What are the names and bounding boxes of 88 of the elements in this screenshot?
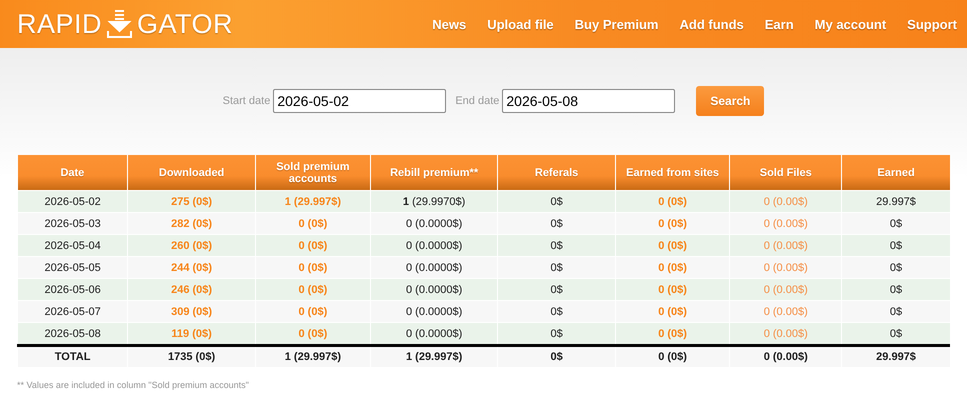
table-cell: 0$ <box>498 234 616 256</box>
table-cell[interactable]: 0 (0$) <box>615 300 730 322</box>
table-cell: 0$ <box>842 212 950 234</box>
table-cell[interactable]: 0 (0.00$) <box>730 212 842 234</box>
nav-link[interactable]: Support <box>907 16 957 32</box>
column-header: Earned <box>842 155 950 190</box>
table-cell[interactable]: 0 (0$) <box>255 278 370 300</box>
total-cell: 29.997$ <box>842 346 950 367</box>
table-cell[interactable]: 0 (0$) <box>615 256 730 278</box>
table-cell: 2026-05-06 <box>18 278 128 300</box>
column-header: Date <box>18 155 128 190</box>
total-cell: TOTAL <box>18 346 128 367</box>
logo-text: RAPID <box>17 8 102 40</box>
table-cell: 0 (0.0000$) <box>370 234 498 256</box>
table-cell: 0 (0.0000$) <box>370 278 498 300</box>
table-cell: 0 (0.0000$) <box>370 256 498 278</box>
total-cell: 0$ <box>498 346 616 367</box>
table-cell[interactable]: 0 (0.00$) <box>730 300 842 322</box>
table-cell[interactable]: 0 (0$) <box>255 234 370 256</box>
logo-text: GATOR <box>137 8 234 40</box>
table-cell: 2026-05-02 <box>18 190 128 212</box>
table-cell: 29.997$ <box>842 190 950 212</box>
nav-link[interactable]: Earn <box>764 16 794 32</box>
start-date-label: Start date <box>222 95 270 107</box>
table-cell: 0 (0.0000$) <box>370 212 498 234</box>
table-cell[interactable]: 0 (0$) <box>615 322 730 346</box>
table-cell[interactable]: 0 (0.00$) <box>730 256 842 278</box>
total-cell: 1 (29.997$) <box>255 346 370 367</box>
total-cell: 0 (0$) <box>615 346 730 367</box>
table-cell: 0$ <box>842 256 950 278</box>
column-header: Sold Files <box>730 155 842 190</box>
end-date-field[interactable]: 2026-05-08 <box>502 89 676 113</box>
table-cell[interactable]: 0 (0.00$) <box>730 322 842 346</box>
total-cell: 1 (29.997$) <box>370 346 498 367</box>
total-cell: 1735 (0$) <box>128 346 256 367</box>
table-cell: 2026-05-03 <box>18 212 128 234</box>
table-cell: 0 (0.0000$) <box>370 300 498 322</box>
table-cell[interactable]: 0 (0.00$) <box>730 190 842 212</box>
table-cell: 1 (29.9970$) <box>370 190 498 212</box>
table-cell: 2026-05-08 <box>18 322 128 346</box>
column-header: Downloaded <box>128 155 256 190</box>
table-cell[interactable]: 0 (0$) <box>615 278 730 300</box>
nav-link[interactable]: Add funds <box>679 16 744 32</box>
table-cell: 0 (0.0000$) <box>370 322 498 346</box>
table-cell[interactable]: 0 (0$) <box>255 300 370 322</box>
table-cell: 0$ <box>498 256 616 278</box>
table-cell: 0$ <box>498 190 616 212</box>
column-header: Rebill premium** <box>370 155 498 190</box>
table-cell[interactable]: 119 (0$) <box>128 322 256 346</box>
table-cell: 0$ <box>842 322 950 346</box>
nav-link[interactable]: Buy Premium <box>574 16 658 32</box>
table-cell[interactable]: 246 (0$) <box>128 278 256 300</box>
table-cell: 2026-05-07 <box>18 300 128 322</box>
download-icon <box>106 9 134 39</box>
nav-link[interactable]: My account <box>814 16 886 32</box>
table-cell[interactable]: 244 (0$) <box>128 256 256 278</box>
table-cell: 0$ <box>498 322 616 346</box>
end-date-label: End date <box>455 95 500 107</box>
table-cell[interactable]: 0 (0$) <box>255 322 370 346</box>
search-button[interactable]: Search <box>696 86 764 116</box>
table-cell[interactable]: 282 (0$) <box>128 212 256 234</box>
column-header: Sold premium accounts <box>255 155 370 190</box>
table-cell[interactable]: 0 (0.00$) <box>730 278 842 300</box>
table-cell[interactable]: 275 (0$) <box>128 190 256 212</box>
table-cell: 2026-05-05 <box>18 256 128 278</box>
table-cell: 0$ <box>842 300 950 322</box>
start-date-field[interactable]: 2026-05-02 <box>273 89 446 113</box>
table-cell[interactable]: 1 (29.997$) <box>255 190 370 212</box>
footnote: ** Values are included in column "Sold premium accounts" <box>17 380 250 390</box>
table-cell: 0$ <box>842 278 950 300</box>
table-cell[interactable]: 0 (0$) <box>255 212 370 234</box>
nav-link[interactable]: Upload file <box>487 16 554 32</box>
table-cell: 0$ <box>498 278 616 300</box>
table-cell[interactable]: 260 (0$) <box>128 234 256 256</box>
column-header: Referals <box>498 155 616 190</box>
table-cell[interactable]: 0 (0$) <box>615 190 730 212</box>
column-header: Earned from sites <box>615 155 730 190</box>
table-cell: 0$ <box>498 300 616 322</box>
table-cell: 2026-05-04 <box>18 234 128 256</box>
nav-link[interactable]: News <box>432 16 466 32</box>
table-cell[interactable]: 0 (0.00$) <box>730 234 842 256</box>
table-cell: 0$ <box>498 212 616 234</box>
table-cell[interactable]: 309 (0$) <box>128 300 256 322</box>
table-cell[interactable]: 0 (0$) <box>615 234 730 256</box>
table-cell: 0$ <box>842 234 950 256</box>
table-cell[interactable]: 0 (0$) <box>615 212 730 234</box>
total-cell: 0 (0.00$) <box>730 346 842 367</box>
table-cell[interactable]: 0 (0$) <box>255 256 370 278</box>
